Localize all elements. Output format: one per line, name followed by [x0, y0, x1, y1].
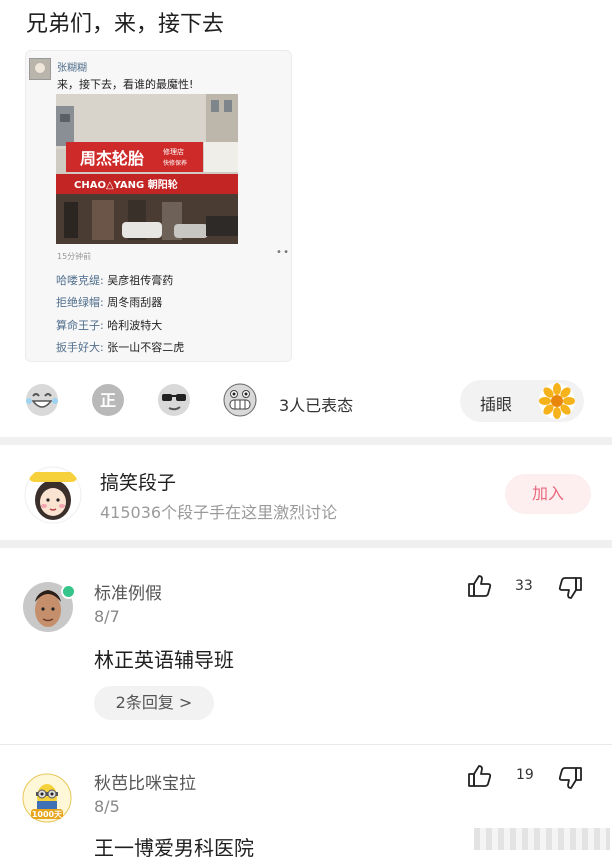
join-group-button[interactable]: 加入	[505, 474, 591, 514]
comment-text: 林正英语辅导班	[94, 648, 234, 672]
card-reply-line: 扳手好大: 张一山不容二虎	[56, 339, 184, 355]
thumbs-down-icon[interactable]	[556, 764, 584, 792]
card-reply-text: 周冬雨刮器	[107, 296, 163, 309]
sunflower-icon	[538, 382, 576, 420]
commenter-name[interactable]: 标准例假	[94, 579, 162, 604]
post-image-card[interactable]: 张糊糊 来，接下去，看谁的最魔性! 周杰轮胎 修理店 快修保养 CHAO△YAN…	[25, 50, 292, 362]
comment-date: 8/7	[94, 607, 120, 626]
post-title: 兄弟们，来，接下去	[26, 12, 225, 37]
view-replies-button[interactable]: 2条回复 >	[94, 686, 214, 720]
storefront-sign-main: 周杰轮胎	[80, 149, 144, 168]
section-divider	[0, 437, 612, 445]
card-reply-text: 哈利波特大	[107, 319, 163, 332]
svg-text:正: 正	[100, 391, 116, 410]
card-reply-author: 算命王子:	[56, 319, 104, 332]
group-description: 415036个段子手在这里激烈讨论	[100, 503, 338, 522]
storefront-sign-side-top: 修理店	[163, 147, 184, 156]
tag-reaction-button[interactable]: 插眼	[460, 380, 584, 422]
thumbs-down-icon[interactable]	[556, 574, 584, 602]
card-timestamp: 15分钟前	[57, 252, 92, 261]
card-user-avatar	[29, 58, 51, 80]
card-reply-line: 哈喽克缇: 吴彦祖传膏药	[56, 272, 173, 288]
card-reply-author: 拒绝绿帽:	[56, 296, 104, 309]
card-reply-line: 算命王子: 哈利波特大	[56, 317, 162, 333]
group-avatar[interactable]	[24, 466, 82, 524]
comment-text: 王一博爱男科医院	[94, 836, 254, 860]
card-reply-text: 张一山不容二虎	[107, 341, 185, 354]
tag-label: 插眼	[480, 395, 513, 414]
commenter-name[interactable]: 秋芭比咪宝拉	[94, 769, 196, 794]
card-reply-text: 吴彦祖传膏药	[107, 274, 174, 287]
storefront-sign-lower: CHAO△YANG 朝阳轮	[74, 178, 178, 191]
commenter-avatar[interactable]: 1000天	[22, 773, 72, 823]
comment-divider	[0, 744, 612, 745]
thumbs-up-icon[interactable]	[466, 572, 494, 600]
group-name[interactable]: 搞笑段子	[100, 468, 176, 495]
card-text: 来，接下去，看谁的最魔性!	[57, 78, 194, 91]
online-status-dot	[61, 584, 76, 599]
storefront-sign-side-bottom: 快修保养	[163, 159, 187, 167]
like-count: 19	[516, 767, 534, 783]
laughing-emoji-icon[interactable]	[25, 383, 59, 417]
card-reply-author: 扳手好大:	[56, 341, 104, 354]
storefront-photo: 周杰轮胎 修理店 快修保养 CHAO△YANG 朝阳轮	[56, 94, 238, 244]
sunglasses-emoji-icon[interactable]	[157, 383, 191, 417]
like-count: 33	[515, 578, 533, 594]
card-reply-author: 哈喽克缇:	[56, 274, 104, 287]
thumbs-up-icon[interactable]	[466, 762, 494, 790]
card-reply-line: 拒绝绿帽: 周冬雨刮器	[56, 294, 162, 310]
section-divider	[0, 540, 612, 548]
comment-date: 8/5	[94, 797, 120, 816]
more-dots-icon[interactable]: • •	[276, 247, 289, 258]
card-username: 张糊糊	[57, 63, 87, 74]
reaction-count[interactable]: 3人已表态	[279, 392, 353, 416]
zheng-emoji-icon[interactable]: 正	[91, 383, 125, 417]
grinning-emoji-icon[interactable]	[223, 383, 257, 417]
avatar-badge-text: 1000天	[32, 810, 63, 819]
blurred-watermark	[474, 828, 610, 850]
